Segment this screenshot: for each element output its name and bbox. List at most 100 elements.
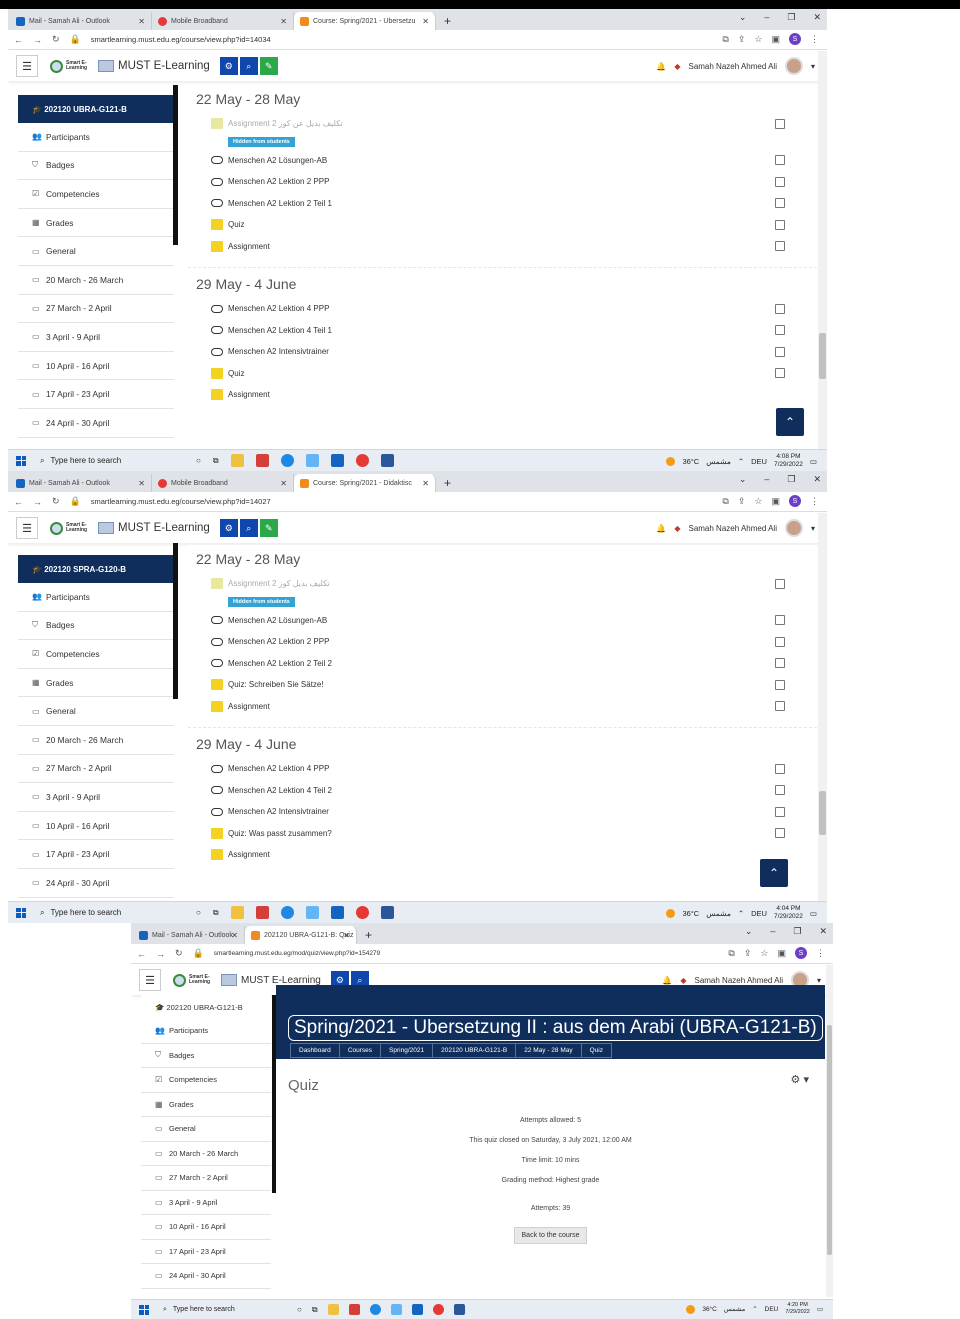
temperature[interactable]: 36°C [682, 909, 699, 918]
minimize-icon[interactable]: – [764, 12, 769, 23]
completion-checkbox[interactable] [775, 219, 785, 230]
user-name[interactable]: Samah Nazeh Ahmed Ali [688, 524, 777, 533]
back-to-top-button[interactable]: ⌃ [760, 859, 788, 887]
activity-url[interactable]: Menschen A2 Lektion 2 Teil 2 [188, 653, 817, 675]
tab-outlook[interactable]: Mail - Samah Ali - Outlook ✕ [10, 474, 152, 492]
site-brand[interactable]: MUST E-Learning [241, 975, 321, 986]
sidebar-item-week[interactable]: ▭ 10 April - 16 April [141, 1215, 271, 1240]
windows-start-icon[interactable] [16, 907, 26, 918]
activity-url[interactable]: Menschen A2 Lektion 4 PPP [188, 298, 817, 320]
sidebar-item-badges[interactable]: ⛉ Badges [18, 611, 174, 641]
completion-checkbox[interactable] [775, 176, 785, 187]
site-brand[interactable]: MUST E-Learning [118, 522, 210, 534]
restore-icon[interactable]: ❐ [787, 474, 795, 485]
sidebar-item-week[interactable]: ▭ 27 March - 2 April [18, 294, 174, 324]
chrome-icon[interactable] [355, 454, 369, 467]
chrome-icon[interactable] [432, 1304, 444, 1315]
completion-checkbox[interactable] [775, 763, 785, 774]
sidebar-item-general[interactable]: ▭ General [141, 1117, 271, 1142]
sidebar-item-participants[interactable]: 👥 Participants [141, 1019, 271, 1044]
clock[interactable]: 4:04 PM 7/29/2022 [774, 905, 803, 921]
outlook-icon[interactable] [330, 906, 344, 919]
star-icon[interactable]: ☆ [754, 34, 762, 45]
scrollbar-thumb[interactable] [819, 333, 826, 379]
notification-icon[interactable]: ▭ [810, 909, 817, 918]
sidebar-item-badges[interactable]: ⛉ Badges [141, 1043, 271, 1068]
sidebar-item-week[interactable]: ▭ 17 April - 23 April [141, 1239, 271, 1264]
url-field[interactable]: smartlearning.must.edu.eg/course/view.ph… [91, 497, 271, 506]
sidebar-item-general[interactable]: ▭ General [18, 697, 174, 726]
sidebar-item-badges[interactable]: ⛉ Badges [18, 151, 174, 181]
photos-icon[interactable] [390, 1304, 402, 1315]
sidebar-course[interactable]: 🎓 202120 UBRA-G121-B [141, 995, 271, 1019]
sidebar-item-grades[interactable]: ▦ Grades [18, 208, 174, 238]
back-to-course-button[interactable]: Back to the course [513, 1227, 588, 1244]
close-icon[interactable]: ✕ [231, 931, 238, 940]
chrome-icon[interactable] [355, 906, 369, 919]
folder-icon[interactable] [327, 1304, 339, 1315]
language-indicator[interactable]: DEU [751, 457, 767, 466]
bell-icon[interactable]: 🔔 [656, 62, 666, 71]
completion-checkbox[interactable] [775, 118, 785, 129]
caret-down-icon[interactable]: ▾ [811, 62, 815, 71]
completion-checkbox[interactable] [775, 578, 785, 589]
breadcrumb-item[interactable]: Dashboard [290, 1043, 340, 1058]
sidebar-item-week[interactable]: ▭ 20 March - 26 March [18, 725, 174, 755]
completion-checkbox[interactable] [775, 658, 785, 669]
activity-assignment[interactable]: Assignment 2 تكليف بديل عن كوز [188, 113, 817, 135]
caret-down-icon[interactable]: ▾ [817, 976, 821, 985]
url-field[interactable]: smartlearning.must.edu.eg/course/view.ph… [91, 35, 271, 44]
sidebar-item-grades[interactable]: ▦ Grades [18, 668, 174, 698]
completion-checkbox[interactable] [775, 615, 785, 626]
new-tab-button[interactable]: + [436, 474, 459, 492]
menu-icon[interactable]: ⋮ [810, 496, 819, 507]
breadcrumb-item[interactable]: Quiz [580, 1043, 613, 1058]
edge-icon[interactable] [280, 906, 294, 919]
cortana-icon[interactable]: ○ [297, 1305, 302, 1314]
photos-icon[interactable] [305, 454, 319, 467]
completion-checkbox[interactable] [775, 679, 785, 690]
sidebar-item-general[interactable]: ▭ General [18, 237, 174, 266]
word-icon[interactable] [380, 454, 394, 467]
outlook-icon[interactable] [411, 1304, 423, 1315]
sidebar-icon[interactable]: ▣ [777, 948, 786, 959]
completion-checkbox[interactable] [775, 198, 785, 209]
sidebar-item-week[interactable]: ▭ 24 April - 30 April [18, 868, 174, 898]
notification-icon[interactable]: ▭ [817, 1305, 823, 1313]
activity-url[interactable]: Menschen A2 Intensivtrainer [188, 801, 817, 823]
profile-icon[interactable]: S [789, 33, 801, 45]
caret-down-icon[interactable]: ▾ [811, 524, 815, 533]
minimize-icon[interactable]: – [764, 474, 769, 485]
avatar[interactable] [784, 57, 803, 75]
completion-checkbox[interactable] [775, 325, 785, 336]
completion-checkbox[interactable] [775, 701, 785, 712]
close-icon[interactable]: ✕ [280, 17, 287, 26]
translate-icon[interactable]: ⧉ [722, 34, 728, 45]
activity-assignment[interactable]: Assignment [188, 696, 817, 718]
menu-icon[interactable]: ⋮ [810, 34, 819, 45]
user-name[interactable]: Samah Nazeh Ahmed Ali [694, 976, 783, 985]
close-icon[interactable]: ✕ [813, 474, 821, 485]
url-field[interactable]: smartlearning.must.edu.eg/mod/quiz/view.… [214, 950, 380, 957]
chevron-up-icon[interactable]: ⌃ [738, 457, 744, 466]
completion-checkbox[interactable] [775, 636, 785, 647]
site-brand[interactable]: MUST E-Learning [118, 60, 210, 72]
share-icon[interactable]: ⇪ [744, 948, 752, 959]
tab-broadband[interactable]: Mobile Broadband ✕ [152, 12, 294, 30]
folder-icon[interactable] [230, 906, 244, 919]
activity-assignment[interactable]: Assignment [188, 844, 817, 866]
page-scrollbar[interactable] [826, 965, 833, 1297]
taskbar-search[interactable]: ⌕ Type here to search [163, 1306, 291, 1314]
sidebar-course[interactable]: 🎓 202120 UBRA-G121-B [18, 95, 174, 123]
tab-quiz[interactable]: 202120 UBRA-G121-B: Quiz ✕ [245, 926, 357, 944]
sidebar-item-week[interactable]: ▭ 17 April - 23 April [18, 380, 174, 409]
reload-icon[interactable]: ↻ [52, 496, 60, 507]
hamburger-button[interactable]: ☰ [16, 55, 38, 77]
sidebar-item-competencies[interactable]: ☑ Competencies [18, 640, 174, 669]
chevron-up-icon[interactable]: ⌃ [752, 1305, 757, 1313]
taskbar-search[interactable]: ⌕ Type here to search [40, 908, 190, 918]
chevron-up-icon[interactable]: ⌃ [738, 909, 744, 918]
close-icon[interactable]: ✕ [138, 17, 145, 26]
close-icon[interactable]: ✕ [280, 479, 287, 488]
folder-icon[interactable] [230, 454, 244, 467]
